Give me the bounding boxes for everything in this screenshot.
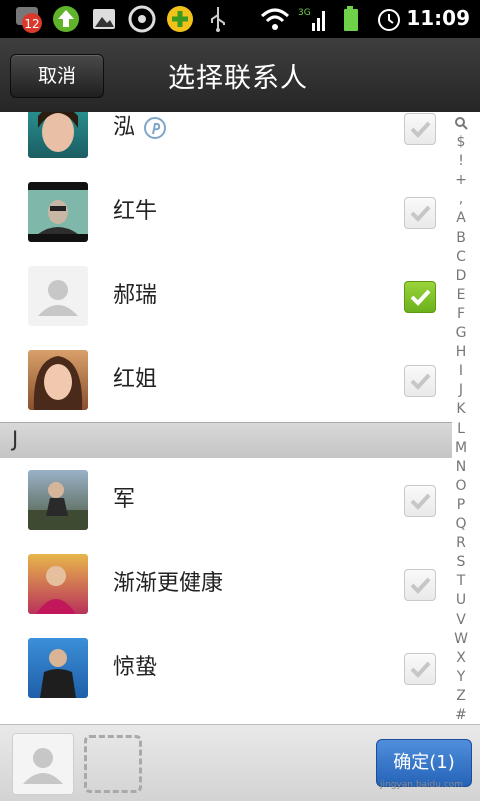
index-letter[interactable]: ! bbox=[452, 153, 470, 169]
contact-row[interactable] bbox=[0, 710, 452, 724]
index-search-icon[interactable] bbox=[452, 116, 470, 134]
contact-row[interactable]: 军 bbox=[0, 458, 452, 543]
battery-icon bbox=[342, 5, 360, 33]
index-letter[interactable]: Z bbox=[452, 688, 470, 704]
add-icon bbox=[164, 5, 196, 33]
title-bar: 取消 选择联系人 bbox=[0, 38, 480, 113]
avatar bbox=[28, 638, 88, 698]
contact-checkbox[interactable] bbox=[404, 569, 436, 601]
contact-row[interactable]: 惊蛰 bbox=[0, 626, 452, 711]
index-letter[interactable]: , bbox=[452, 191, 470, 207]
pinterest-icon bbox=[143, 116, 167, 144]
index-letter[interactable]: N bbox=[452, 459, 470, 475]
contact-name: 惊蛰 bbox=[113, 655, 158, 680]
avatar bbox=[28, 182, 88, 242]
alphabet-index[interactable]: $! +, A B C D E F G H I J K L M N O P Q R S T U V W X Y Z # bbox=[452, 112, 480, 724]
contact-checkbox[interactable] bbox=[404, 653, 436, 685]
contact-list[interactable]: 泓 红牛 郝瑞 红姐 J 军 渐渐更健康 惊蛰 bbox=[0, 112, 452, 724]
index-letter[interactable]: V bbox=[452, 612, 470, 628]
contact-row[interactable]: 泓 bbox=[0, 112, 452, 171]
upload-icon bbox=[52, 5, 80, 33]
contact-row[interactable]: 郝瑞 bbox=[0, 254, 452, 339]
section-letter: J bbox=[12, 427, 19, 451]
index-letter[interactable]: P bbox=[452, 497, 470, 513]
index-letter[interactable]: Y bbox=[452, 669, 470, 685]
index-letter[interactable]: X bbox=[452, 650, 470, 666]
contact-name: 渐渐更健康 bbox=[113, 571, 224, 596]
index-letter[interactable]: M bbox=[452, 440, 470, 456]
contact-checkbox[interactable] bbox=[404, 197, 436, 229]
contact-checkbox[interactable] bbox=[404, 281, 436, 313]
index-letter[interactable]: O bbox=[452, 478, 470, 494]
index-letter[interactable]: H bbox=[452, 344, 470, 360]
svg-text:12: 12 bbox=[24, 17, 39, 31]
index-letter[interactable]: T bbox=[452, 573, 470, 589]
index-letter[interactable]: Q bbox=[452, 516, 470, 532]
index-letter[interactable]: U bbox=[452, 592, 470, 608]
index-letter[interactable]: F bbox=[452, 306, 470, 322]
section-header: J bbox=[0, 422, 452, 460]
avatar bbox=[28, 350, 88, 410]
contact-name: 郝瑞 bbox=[113, 283, 158, 308]
status-bar: 12 3G 11:09 bbox=[0, 0, 480, 38]
index-letter[interactable]: L bbox=[452, 421, 470, 437]
contact-name: 红姐 bbox=[113, 367, 158, 392]
contact-name: 红牛 bbox=[113, 199, 158, 224]
index-letter[interactable]: B bbox=[452, 230, 470, 246]
index-letter[interactable]: K bbox=[452, 401, 470, 417]
index-letter[interactable]: C bbox=[452, 249, 470, 265]
signal-3g-icon: 3G bbox=[298, 5, 328, 33]
empty-selection-slot bbox=[84, 735, 142, 793]
contact-name: 军 bbox=[113, 487, 136, 512]
avatar bbox=[28, 554, 88, 614]
contact-checkbox[interactable] bbox=[404, 365, 436, 397]
index-letter[interactable]: W bbox=[452, 631, 470, 647]
disc-icon bbox=[128, 5, 156, 33]
avatar bbox=[28, 112, 88, 158]
index-letter[interactable]: I bbox=[452, 363, 470, 379]
selected-contact-avatar[interactable] bbox=[12, 733, 74, 795]
wifi-icon bbox=[260, 5, 290, 33]
index-letter[interactable]: A bbox=[452, 210, 470, 226]
alarm-icon bbox=[376, 5, 402, 33]
index-letter[interactable]: G bbox=[452, 325, 470, 341]
page-title: 选择联系人 bbox=[168, 63, 308, 94]
contact-row[interactable]: 红牛 bbox=[0, 170, 452, 255]
index-letter[interactable]: + bbox=[452, 172, 470, 188]
image-icon bbox=[92, 5, 116, 33]
index-letter[interactable]: E bbox=[452, 287, 470, 303]
index-letter[interactable]: J bbox=[452, 382, 470, 398]
contact-checkbox[interactable] bbox=[404, 113, 436, 145]
index-letter[interactable]: $ bbox=[452, 134, 470, 150]
cancel-button[interactable]: 取消 bbox=[10, 54, 104, 98]
avatar bbox=[28, 266, 88, 326]
contact-name: 泓 bbox=[113, 115, 136, 140]
index-letter[interactable]: S bbox=[452, 554, 470, 570]
status-time: 11:09 bbox=[406, 6, 470, 30]
index-letter[interactable]: # bbox=[452, 707, 470, 723]
index-letter[interactable]: D bbox=[452, 268, 470, 284]
avatar bbox=[28, 470, 88, 530]
svg-text:3G: 3G bbox=[298, 8, 311, 18]
contact-row[interactable]: 渐渐更健康 bbox=[0, 542, 452, 627]
contact-checkbox[interactable] bbox=[404, 485, 436, 517]
usb-icon bbox=[206, 5, 230, 33]
index-letter[interactable]: R bbox=[452, 535, 470, 551]
notification-badge-icon: 12 bbox=[14, 5, 46, 33]
contact-row[interactable]: 红姐 bbox=[0, 338, 452, 422]
watermark: jingyan.baidu.com bbox=[380, 780, 464, 790]
